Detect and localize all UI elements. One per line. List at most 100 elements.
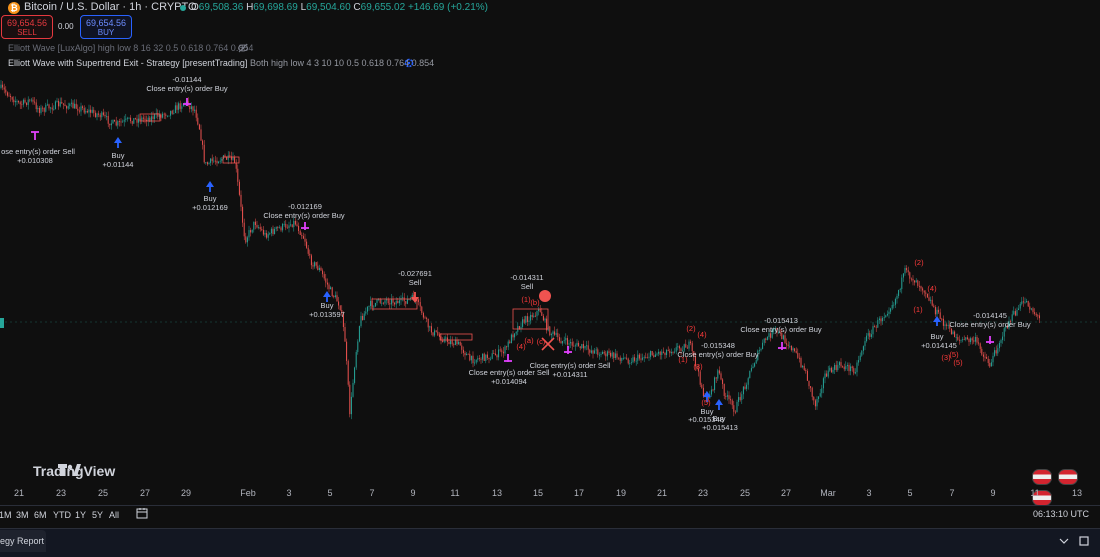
candle-body xyxy=(830,367,832,373)
candle-body xyxy=(480,358,482,360)
trade-annotation: -0.015348 xyxy=(701,341,735,350)
indicator-strategy[interactable]: Elliott Wave with Supertrend Exit - Stra… xyxy=(8,58,434,68)
buy-button[interactable]: 69,654.56 BUY xyxy=(80,15,132,39)
range-button-6m[interactable]: 6M xyxy=(34,510,47,520)
candle-body xyxy=(14,101,16,103)
candle-body xyxy=(387,299,389,304)
candle-body xyxy=(907,270,909,273)
candle-body xyxy=(838,362,840,366)
candle-body xyxy=(0,84,2,88)
range-button-3m[interactable]: 3M xyxy=(16,510,29,520)
sell-button[interactable]: 69,654.56 SELL xyxy=(1,15,53,39)
candle-body xyxy=(298,225,300,231)
range-button-1y[interactable]: 1Y xyxy=(75,510,86,520)
candle-body xyxy=(85,111,87,113)
maximize-icon[interactable] xyxy=(1078,535,1090,547)
candle-body xyxy=(608,351,610,353)
trade-annotation: Close entry(s) order Buy xyxy=(146,84,228,93)
candle-body xyxy=(990,362,992,367)
tab-strategy-report[interactable]: egy Report xyxy=(0,530,46,552)
candle-body xyxy=(35,102,37,110)
candle-body xyxy=(43,107,45,112)
candle-body xyxy=(461,345,463,350)
candle-body xyxy=(275,226,277,229)
time-axis[interactable]: 21 23 25 27 29 Feb 3 5 7 9 11 13 15 17 19 21 23 25 27 Mar 3 5… xyxy=(0,484,1100,502)
range-button-all[interactable]: All xyxy=(109,510,119,520)
candle-body xyxy=(966,337,968,339)
candle-body xyxy=(613,352,615,358)
candle-body xyxy=(355,351,357,368)
hidden-eye-icon[interactable] xyxy=(238,43,248,53)
candle-body xyxy=(787,344,789,346)
candle-body xyxy=(270,228,272,234)
candle-body xyxy=(962,339,964,341)
candle-body xyxy=(125,118,127,120)
candle-body xyxy=(672,351,674,353)
trade-annotation: Close entry(s) order Buy xyxy=(677,350,759,359)
candle-body xyxy=(437,331,439,336)
candle-body xyxy=(974,336,976,342)
candle-body xyxy=(418,299,420,303)
time-axis-tick: 25 xyxy=(739,488,751,498)
candle-body xyxy=(306,241,308,248)
candle-body xyxy=(890,308,892,312)
time-axis-tick: 29 xyxy=(180,488,192,498)
us-flag-icon[interactable] xyxy=(1058,469,1079,485)
candle-body xyxy=(469,353,471,361)
candle-body xyxy=(251,229,253,233)
candle-body xyxy=(1002,336,1004,341)
candle-body xyxy=(235,162,237,169)
candle-body xyxy=(2,84,4,88)
price-chart[interactable]: -0.01144 Close entry(s) order Buy ose en… xyxy=(0,70,1100,482)
candle-body xyxy=(574,345,576,347)
utc-clock[interactable]: 06:13:10 UTC xyxy=(1033,509,1089,519)
range-button-1m[interactable]: 1M xyxy=(0,510,12,520)
candle-body xyxy=(59,101,61,107)
candle-body xyxy=(493,353,495,355)
calendar-icon[interactable] xyxy=(136,507,148,519)
candle-body xyxy=(979,343,981,349)
candle-body xyxy=(558,337,560,342)
candle-body xyxy=(570,342,572,344)
candle-body xyxy=(581,344,583,349)
candle-body xyxy=(318,267,320,271)
candle-body xyxy=(302,236,304,239)
us-flag-icon[interactable] xyxy=(1032,469,1052,485)
candle-body xyxy=(18,100,20,103)
candle-body xyxy=(832,369,834,373)
candle-body xyxy=(634,357,636,361)
candle-body xyxy=(3,87,5,90)
range-button-5y[interactable]: 5Y xyxy=(92,510,103,520)
wave-label: (5) xyxy=(701,398,711,407)
candle-body xyxy=(328,284,330,290)
candle-body xyxy=(170,110,172,116)
settings-icon[interactable] xyxy=(404,58,414,68)
candle-body xyxy=(906,268,908,271)
time-axis-tick: 21 xyxy=(13,488,25,498)
candle-body xyxy=(843,366,845,370)
candle-body xyxy=(984,356,986,358)
candle-body xyxy=(22,99,24,105)
tradingview-watermark[interactable]: TradingView xyxy=(33,463,115,479)
candle-body xyxy=(56,100,58,102)
range-button-ytd[interactable]: YTD xyxy=(53,510,71,520)
candle-body xyxy=(678,346,680,349)
candle-body xyxy=(728,395,730,400)
candle-body xyxy=(64,104,66,107)
wave-label: (4) xyxy=(697,330,707,339)
candle-body xyxy=(482,353,484,360)
indicator-luxalgo[interactable]: Elliott Wave [LuxAlgo] high low 8 16 32 … xyxy=(8,43,253,53)
collapse-icon[interactable] xyxy=(1058,535,1070,547)
candle-body xyxy=(253,221,255,230)
candle-body xyxy=(549,326,551,336)
chart-header: ₿ Bitcoin / U.S. Dollar · 1h · CRYPTO O6… xyxy=(0,0,1100,70)
candle-body xyxy=(856,362,858,373)
candle-body xyxy=(901,277,903,290)
candle-body xyxy=(120,121,122,123)
candle-body xyxy=(562,341,564,344)
symbol-title[interactable]: Bitcoin / U.S. Dollar · 1h · CRYPTO xyxy=(24,1,197,13)
candle-body xyxy=(142,117,144,119)
candle-body xyxy=(344,327,346,342)
candle-body xyxy=(536,310,538,317)
time-axis-tick: 7 xyxy=(369,488,375,498)
